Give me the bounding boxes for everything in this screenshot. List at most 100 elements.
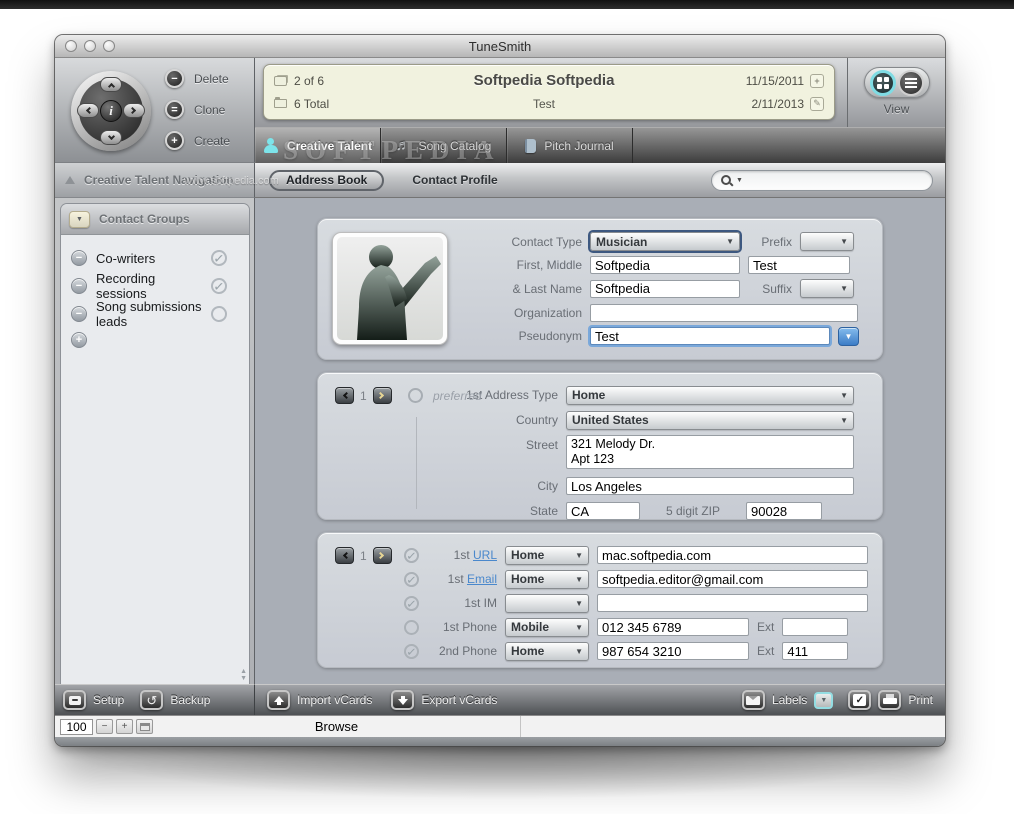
group-item-co-writers[interactable]: − Co-writers ✓ [61,244,249,272]
labels-dropdown-button[interactable] [814,692,833,709]
import-icon-button[interactable] [267,690,290,710]
zip-field[interactable] [746,502,822,520]
pseudonym-field[interactable] [590,327,830,345]
backup-button[interactable]: ↺ Backup [140,690,210,710]
phone2-check-circle[interactable]: ✓ [403,643,419,659]
next-contact-button[interactable] [373,547,392,564]
remove-group-icon[interactable]: − [71,306,87,322]
address-type-dropdown[interactable]: Home [566,386,854,405]
url-type-dropdown[interactable]: Home [505,546,589,565]
prev-contact-button[interactable] [335,547,354,564]
import-vcards-button[interactable]: Import vCards [267,690,372,710]
close-window-button[interactable] [65,40,77,52]
sidebar-scrollbar[interactable]: ▲▼ [240,668,247,682]
person-icon [263,138,279,153]
next-address-button[interactable] [373,387,392,404]
phone1-check-circle[interactable] [404,620,419,635]
tab-pitch-journal[interactable]: Pitch Journal [507,128,633,163]
im-field[interactable] [597,594,868,612]
checklist-button[interactable] [848,690,871,710]
printer-icon [883,694,897,706]
create-record-button[interactable]: + [165,131,184,150]
url-check-circle[interactable]: ✓ [403,547,419,563]
info-button[interactable]: i [100,100,122,122]
organization-field[interactable] [590,304,858,322]
contact-type-dropdown[interactable]: Musician [590,232,740,251]
phone2-field[interactable] [597,642,749,660]
app-window: TuneSmith i − Delete = C [55,35,945,746]
country-dropdown[interactable]: United States [566,411,854,430]
list-view-button[interactable] [898,70,924,96]
url-field[interactable] [597,546,868,564]
phone1-type-dropdown[interactable]: Mobile [505,618,589,637]
identity-fields: Contact Type Musician Prefix First, Midd… [454,232,868,346]
labels-button[interactable] [742,690,765,710]
phone2-ext-field[interactable] [782,642,848,660]
im-check-circle[interactable]: ✓ [403,595,419,611]
phone2-type-dropdown[interactable]: Home [505,642,589,661]
nav-left-button[interactable] [77,103,99,118]
setup-button[interactable]: Setup [63,690,124,710]
nav-up-button[interactable] [100,77,122,92]
add-group-button[interactable]: + [71,332,87,348]
export-icon-button[interactable] [391,690,414,710]
street-field[interactable]: 321 Melody Dr. Apt 123 [566,435,854,469]
preferred-radio[interactable] [408,388,423,403]
group-check-circle[interactable]: ✓ [210,277,228,295]
email-link[interactable]: Email [467,572,497,586]
state-field[interactable] [566,502,640,520]
backup-icon-button[interactable]: ↺ [140,690,163,710]
titlebar[interactable]: TuneSmith [55,35,945,58]
zoom-out-button[interactable]: − [96,719,113,734]
nav-right-button[interactable] [123,103,145,118]
first-name-field[interactable] [590,256,740,274]
subtab-contact-profile[interactable]: Contact Profile [412,173,497,187]
delete-record-button[interactable]: − [165,69,184,88]
export-vcards-button[interactable]: Export vCards [391,690,497,710]
subtab-address-book[interactable]: Address Book [269,170,384,191]
window-icon [140,723,150,731]
zoom-level[interactable]: 100 [60,719,93,735]
last-name-field[interactable] [590,280,740,298]
mode-indicator[interactable]: Browse [153,716,521,737]
layout-mode-button[interactable] [136,719,153,734]
im-type-dropdown[interactable] [505,594,589,613]
tab-creative-talent[interactable]: Creative Talent [255,128,381,163]
contact-methods-pager: 1 [335,547,392,564]
email-check-circle[interactable]: ✓ [403,571,419,587]
prev-address-button[interactable] [335,387,354,404]
middle-name-field[interactable] [748,256,850,274]
group-check-circle[interactable]: ✓ [210,249,228,267]
minimize-window-button[interactable] [84,40,96,52]
zoom-window-button[interactable] [103,40,115,52]
phone1-ext-field[interactable] [782,618,848,636]
print-button[interactable] [878,690,901,710]
zoom-in-button[interactable]: + [116,719,133,734]
chevron-right-icon [129,107,136,114]
prefix-dropdown[interactable] [800,232,854,251]
email-type-dropdown[interactable]: Home [505,570,589,589]
tab-song-catalog[interactable]: ♬ Song Catalog [381,128,507,163]
clone-record-button[interactable]: = [165,100,184,119]
suffix-dropdown[interactable] [800,279,854,298]
search-scope-caret-icon[interactable]: ▼ [736,177,743,184]
phone1-field[interactable] [597,618,749,636]
contact-index: 1 [360,549,367,563]
remove-group-icon[interactable]: − [71,250,87,266]
nav-down-button[interactable] [100,130,122,145]
setup-icon-button[interactable] [63,690,86,710]
disclosure-button[interactable]: ▼ [69,211,90,228]
contact-photo[interactable] [332,232,448,345]
pseudonym-dropdown-button[interactable] [838,327,859,346]
email-field[interactable] [597,570,868,588]
url-link[interactable]: URL [473,548,497,562]
search-field[interactable]: ▼ [711,170,933,191]
remove-group-icon[interactable]: − [71,278,87,294]
sidebar-nav-header[interactable]: Creative Talent Navigation [55,163,255,198]
group-item-recording-sessions[interactable]: − Recording sessions ✓ [61,272,249,300]
group-check-circle[interactable] [210,305,228,323]
group-item-song-submissions-leads[interactable]: − Song submissions leads [61,300,249,328]
city-field[interactable] [566,477,854,495]
form-view-button[interactable] [870,70,896,96]
contact-groups-header[interactable]: ▼ Contact Groups [61,204,249,235]
